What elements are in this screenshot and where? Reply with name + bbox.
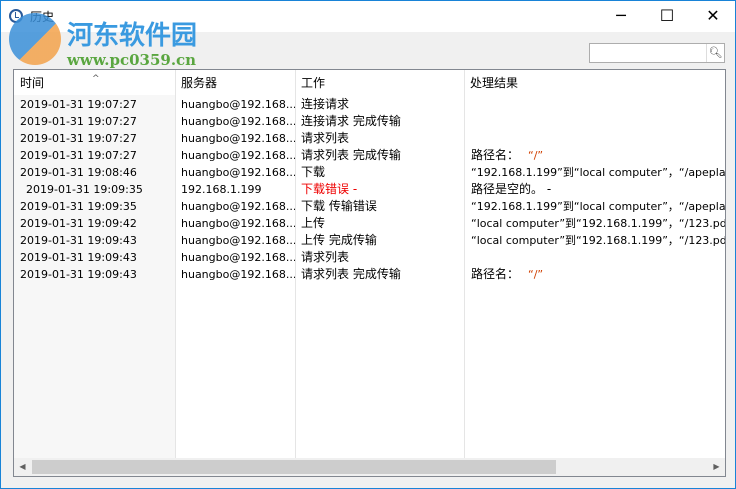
cell-server: huangbo@192.168... <box>181 132 295 145</box>
table-row[interactable]: 2019-01-31 19:09:43 huangbo@192.168... 请求列… <box>14 266 725 283</box>
cell-time: 2019-01-31 19:09:35 <box>26 183 143 196</box>
cell-time: 2019-01-31 19:09:43 <box>20 251 137 264</box>
table-row[interactable]: 2019-01-31 19:08:46 huangbo@192.168... 下载 “… <box>14 164 725 181</box>
table-row[interactable]: 2019-01-31 19:07:27 huangbo@192.168... 连接请… <box>14 113 725 130</box>
cell-server: huangbo@192.168... <box>181 166 295 179</box>
cell-result-path: “/” <box>528 268 544 281</box>
close-button[interactable]: ✕ <box>690 1 736 31</box>
history-clock-icon <box>9 9 23 23</box>
table-row[interactable]: 2019-01-31 19:07:27 huangbo@192.168... 请求列… <box>14 147 725 164</box>
table-row[interactable]: 2019-01-31 19:09:35 192.168.1.199 下载错误 - 路径… <box>14 181 725 198</box>
cell-job: 请求列表 <box>301 131 350 145</box>
cell-job: 请求列表 <box>301 250 350 264</box>
header-label: 时间 <box>20 76 45 90</box>
cell-time: 2019-01-31 19:07:27 <box>20 149 137 162</box>
cell-job: 连接请求 <box>301 97 350 111</box>
scroll-left-icon[interactable]: ◀ <box>14 458 31 476</box>
cell-job: 下载错误 - <box>301 182 358 196</box>
cell-time: 2019-01-31 19:09:43 <box>20 234 137 247</box>
cell-result: 路径是空的。 - <box>471 182 552 196</box>
cell-server: 192.168.1.199 <box>181 183 262 196</box>
cell-server: huangbo@192.168... <box>181 149 295 162</box>
cell-time: 2019-01-31 19:07:27 <box>20 132 137 145</box>
cell-job: 连接请求 完成传输 <box>301 114 401 128</box>
cell-job: 上传 完成传输 <box>301 233 377 247</box>
cell-job: 下载 传输错误 <box>301 199 377 213</box>
header-result[interactable]: 处理结果 <box>464 70 725 95</box>
table-row[interactable]: 2019-01-31 19:07:27 huangbo@192.168... 连接请… <box>14 96 725 113</box>
cell-job: 请求列表 完成传输 <box>301 148 401 162</box>
cell-result: 路径名： <box>471 148 520 162</box>
sort-ascending-icon: ^ <box>92 74 100 84</box>
horizontal-scrollbar[interactable]: ◀ ▶ <box>14 458 725 476</box>
cell-server: huangbo@192.168... <box>181 98 295 111</box>
cell-time: 2019-01-31 19:09:42 <box>20 217 137 230</box>
table-row[interactable]: 2019-01-31 19:09:43 huangbo@192.168... 请求列… <box>14 249 725 266</box>
cell-result: “192.168.1.199”到“local computer”，“/apepl… <box>471 200 725 213</box>
header-server[interactable]: 服务器 <box>175 70 295 95</box>
title-bar: 历史 ─ ☐ ✕ <box>1 1 735 32</box>
scrollbar-thumb[interactable] <box>32 460 556 474</box>
cell-time: 2019-01-31 19:09:43 <box>20 268 137 281</box>
cell-time: 2019-01-31 19:07:27 <box>20 98 137 111</box>
scroll-right-icon[interactable]: ▶ <box>708 458 725 476</box>
cell-result: 路径名： <box>471 267 520 281</box>
cell-server: huangbo@192.168... <box>181 234 295 247</box>
table-row[interactable]: 2019-01-31 19:09:43 huangbo@192.168... 上传 … <box>14 232 725 249</box>
header-time[interactable]: 时间 ^ <box>14 70 175 95</box>
table-row[interactable]: 2019-01-31 19:09:42 huangbo@192.168... 上传 “… <box>14 215 725 232</box>
cell-job: 上传 <box>301 216 326 230</box>
window-title: 历史 <box>30 10 55 24</box>
cell-job: 下载 <box>301 165 326 179</box>
cell-result: “192.168.1.199”到“local computer”，“/apepl… <box>471 166 725 179</box>
cell-time: 2019-01-31 19:08:46 <box>20 166 137 179</box>
cell-result: “local computer”到“192.168.1.199”，“/123.p… <box>471 217 725 230</box>
history-list[interactable]: 时间 ^ 服务器 工作 处理结果 2019-01-31 19:07:27 huang… <box>13 69 726 477</box>
cell-time: 2019-01-31 19:07:27 <box>20 115 137 128</box>
cell-server: huangbo@192.168... <box>181 115 295 128</box>
minimize-button[interactable]: ─ <box>598 1 644 31</box>
cell-job: 请求列表 完成传输 <box>301 267 401 281</box>
watermark-url: www.pc0359.cn <box>67 51 197 69</box>
search-icon[interactable]: 🔍︎ <box>706 44 724 62</box>
maximize-button[interactable]: ☐ <box>644 1 690 31</box>
cell-server: huangbo@192.168... <box>181 200 295 213</box>
search-box[interactable]: 🔍︎ <box>589 43 725 63</box>
cell-result: “local computer”到“192.168.1.199”，“/123.p… <box>471 234 725 247</box>
cell-server: huangbo@192.168... <box>181 217 295 230</box>
search-input[interactable] <box>592 45 704 61</box>
table-row[interactable]: 2019-01-31 19:07:27 huangbo@192.168... 请求列… <box>14 130 725 147</box>
table-row[interactable]: 2019-01-31 19:09:35 huangbo@192.168... 下载 … <box>14 198 725 215</box>
cell-result-path: “/” <box>528 149 544 162</box>
cell-server: huangbo@192.168... <box>181 268 295 281</box>
header-job[interactable]: 工作 <box>295 70 464 95</box>
cell-time: 2019-01-31 19:09:35 <box>20 200 137 213</box>
cell-server: huangbo@192.168... <box>181 251 295 264</box>
